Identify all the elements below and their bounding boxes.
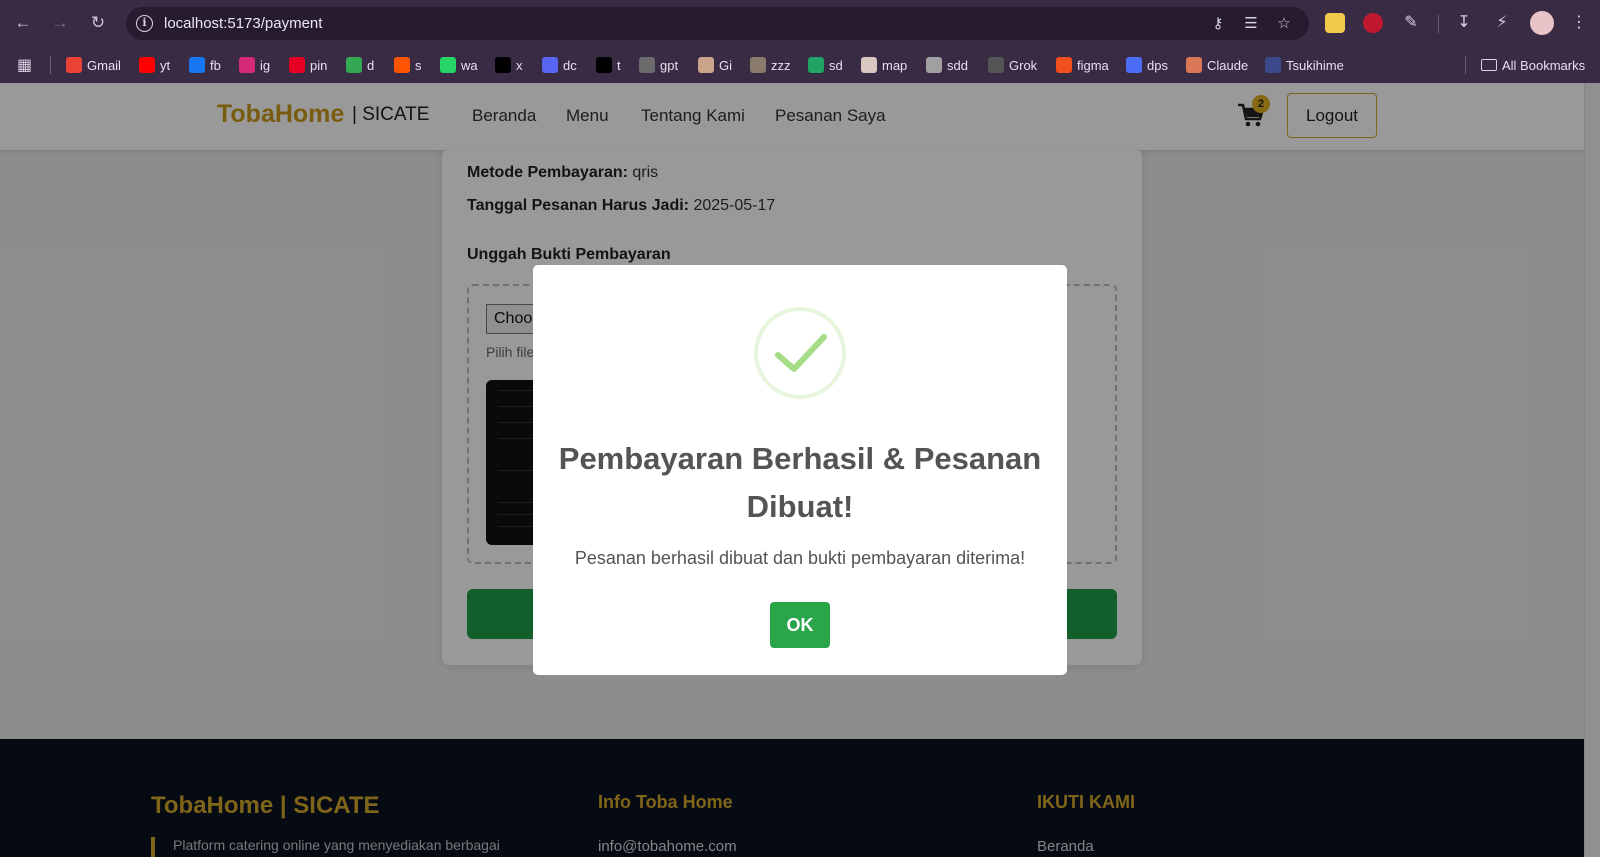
bookmark-label: d [367, 57, 375, 73]
bookmark-fb[interactable]: fb [189, 55, 221, 75]
apps-grid-icon[interactable]: ▦ [17, 55, 32, 75]
figma-icon [1056, 57, 1072, 73]
bookmark-label: yt [160, 57, 171, 73]
bookmark-x[interactable]: x [495, 55, 523, 75]
ok-button[interactable]: OK [770, 602, 830, 648]
success-check-circle [754, 307, 846, 399]
youtube-icon [139, 57, 155, 73]
bookmark-label: t [617, 57, 621, 73]
bookmark-wa[interactable]: wa [440, 55, 478, 75]
tsukihime-icon [1265, 57, 1281, 73]
extension-block-icon[interactable] [1363, 13, 1383, 33]
dps-icon [1126, 57, 1142, 73]
bookmark-dps[interactable]: dps [1126, 55, 1168, 75]
dialog-title: Pembayaran Berhasil & Pesanan Dibuat! [558, 441, 1042, 524]
bookmark-label: dc [563, 57, 577, 73]
discord-icon [542, 57, 558, 73]
bookmark-label: map [882, 57, 908, 73]
bookmark-label: Gmail [87, 57, 121, 73]
bookmark-gi[interactable]: Gi [698, 55, 732, 75]
download-icon[interactable]: ↧ [1453, 12, 1475, 34]
x-icon [495, 57, 511, 73]
bookmarks-divider [50, 56, 51, 74]
translate-icon[interactable]: ☰ [1242, 15, 1260, 33]
claude-icon [1186, 57, 1202, 73]
bookmark-t[interactable]: t [596, 55, 621, 75]
bookmark-star-icon[interactable]: ☆ [1275, 15, 1293, 33]
bookmark-dc[interactable]: dc [542, 55, 577, 75]
extension-yellow-icon[interactable] [1325, 13, 1345, 33]
bookmark-sdd[interactable]: sdd [926, 55, 968, 75]
toolbar-divider [1438, 15, 1439, 33]
bookmark-label: Claude [1207, 57, 1249, 73]
bookmarks-bar: ▦ Gmail yt fb ig pin d s wa x dc t gpt Gi zzz sd map sdd… [0, 47, 1600, 83]
dialog-message: Pesanan berhasil dibuat dan bukti pembay… [574, 548, 1026, 568]
soundcloud-icon [394, 57, 410, 73]
folder-icon [1481, 59, 1497, 71]
map-icon [861, 57, 877, 73]
bookmark-label: ig [260, 57, 271, 73]
sd-icon [808, 57, 824, 73]
drive-icon [346, 57, 362, 73]
menu-kebab-icon[interactable]: ⋮ [1568, 12, 1590, 34]
bookmark-label: figma [1077, 57, 1109, 73]
bookmark-zzz[interactable]: zzz [750, 55, 791, 75]
bookmark-label: fb [210, 57, 221, 73]
bookmark-label: sd [829, 57, 843, 73]
bookmark-d[interactable]: d [346, 55, 374, 75]
site-info-icon[interactable]: i [136, 15, 153, 32]
gmail-icon [66, 57, 82, 73]
forward-icon[interactable]: → [48, 11, 72, 35]
bookmark-gmail[interactable]: Gmail [66, 55, 121, 75]
facebook-icon [189, 57, 205, 73]
bookmark-grok[interactable]: Grok [988, 55, 1037, 75]
whatsapp-icon [440, 57, 456, 73]
all-bookmarks-folder[interactable]: All Bookmarks [1481, 55, 1585, 75]
bookmark-label: pin [310, 57, 328, 73]
bookmark-claude[interactable]: Claude [1186, 55, 1248, 75]
bookmark-label: Gi [719, 57, 732, 73]
bookmark-pin[interactable]: pin [289, 55, 327, 75]
bookmarks-divider-right [1465, 56, 1466, 74]
bookmark-label: x [516, 57, 523, 73]
gi-icon [698, 57, 714, 73]
bookmark-label: gpt [660, 57, 679, 73]
tiktok-icon [596, 57, 612, 73]
bookmark-map[interactable]: map [861, 55, 907, 75]
reload-icon[interactable]: ↻ [86, 11, 110, 35]
password-key-icon[interactable]: ⚷ [1209, 15, 1227, 33]
address-bar[interactable]: i localhost:5173/payment ⚷ ☰ ☆ [126, 7, 1309, 40]
instagram-icon [239, 57, 255, 73]
url-text[interactable]: localhost:5173/payment [164, 15, 322, 32]
chatgpt-icon [639, 57, 655, 73]
bookmark-yt[interactable]: yt [139, 55, 170, 75]
bookmark-figma[interactable]: figma [1056, 55, 1109, 75]
bookmark-tsukihime[interactable]: Tsukihime [1265, 55, 1344, 75]
bookmark-s[interactable]: s [394, 55, 422, 75]
pinterest-icon [289, 57, 305, 73]
success-dialog: Pembayaran Berhasil & Pesanan Dibuat! Pe… [533, 265, 1067, 675]
bookmark-gpt[interactable]: gpt [639, 55, 678, 75]
all-bookmarks-label: All Bookmarks [1502, 57, 1586, 73]
bookmark-label: zzz [771, 57, 791, 73]
performance-icon[interactable]: ⚡ [1491, 12, 1513, 34]
zzz-icon [750, 57, 766, 73]
bookmark-label: Grok [1009, 57, 1038, 73]
bookmark-label: Tsukihime [1286, 57, 1344, 73]
sdd-icon [926, 57, 942, 73]
bookmark-label: wa [461, 57, 478, 73]
bookmark-sd[interactable]: sd [808, 55, 843, 75]
grok-icon [988, 57, 1004, 73]
browser-toolbar: ← → ↻ i localhost:5173/payment ⚷ ☰ ☆ ✎ ↧… [0, 0, 1600, 47]
bookmark-ig[interactable]: ig [239, 55, 270, 75]
extensions-puzzle-icon[interactable]: ✎ [1400, 12, 1422, 34]
back-icon[interactable]: ← [11, 11, 35, 35]
profile-avatar[interactable] [1530, 11, 1554, 35]
checkmark-icon [775, 334, 827, 372]
bookmark-label: sdd [947, 57, 968, 73]
bookmark-label: dps [1147, 57, 1168, 73]
bookmark-label: s [415, 57, 422, 73]
